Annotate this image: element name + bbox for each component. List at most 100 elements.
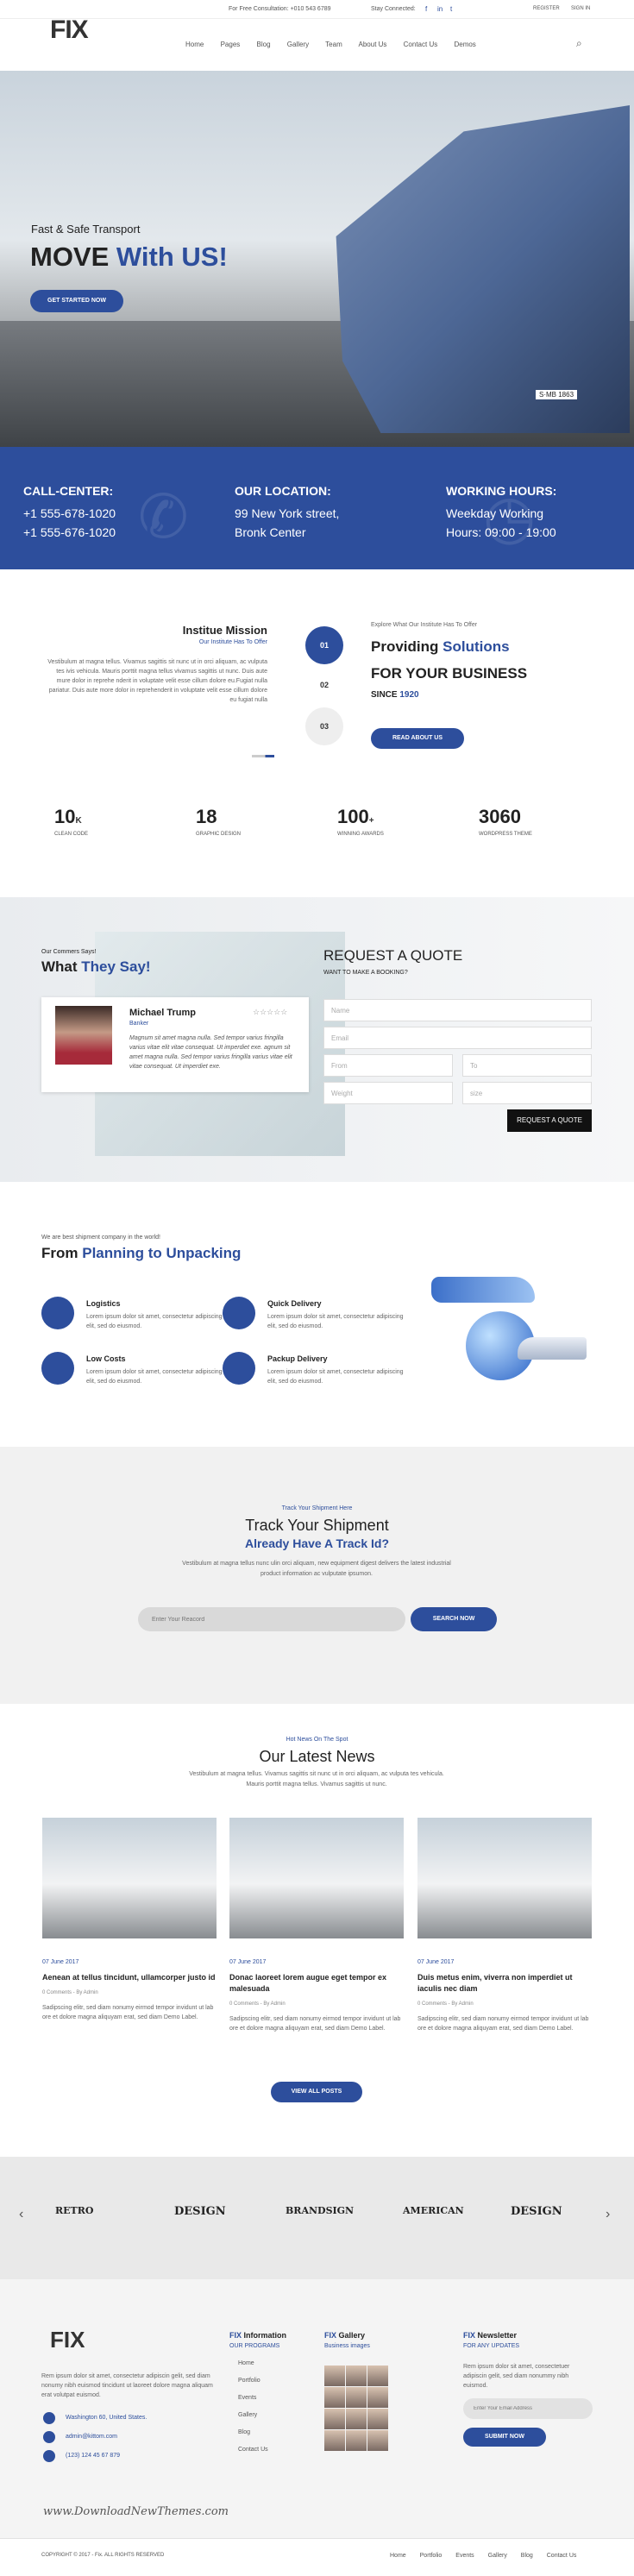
size-field[interactable]: size [462,1082,592,1104]
news-headline[interactable]: Aenean at tellus tincidunt, ullamcorper … [42,1972,217,1983]
search-icon[interactable]: ⌕ [576,37,582,50]
gallery-thumb[interactable] [367,2409,388,2429]
feature-packup-delivery: Packup Delivery Lorem ipsum dolor sit am… [223,1352,421,1395]
email-field[interactable]: Email [323,1027,592,1049]
view-all-posts-button[interactable]: VIEW ALL POSTS [271,2082,362,2102]
hero-title-b: With US! [116,242,228,272]
signin-link[interactable]: SIGN IN [571,6,590,11]
news-image[interactable] [229,1818,404,1938]
hero-pretitle: Fast & Safe Transport [31,223,141,236]
testimonial-quote: Magnum sit amet magna nulla. Sed tempor … [129,1035,292,1070]
stat-number: 3060 [479,806,521,827]
brand-logo-design-2[interactable]: DESIGN [511,2205,562,2218]
news-meta: 0 Comments - By Admin [42,1990,98,1995]
submit-now-button[interactable]: SUBMIT NOW [463,2428,546,2447]
news-card[interactable]: 07 June 2017 Aenean at tellus tincidunt,… [42,1818,217,2022]
name-field[interactable]: Name [323,999,592,1021]
info-subheading: OUR PROGRAMS [229,2343,280,2349]
news-headline[interactable]: Donac laoreet lorem augue eget tempor ex… [229,1972,404,1995]
brand-logo-retro[interactable]: RETRO [55,2205,93,2216]
gallery-thumb[interactable] [346,2409,367,2429]
news-card[interactable]: 07 June 2017 Donac laoreet lorem augue e… [229,1818,404,2033]
stat-graphic-design: 18 GRAPHIC DESIGN [196,806,241,837]
news-image[interactable] [42,1818,217,1938]
brand-logo-brandsign[interactable]: BRANDSIGN [286,2205,354,2216]
twitter-icon[interactable]: t [450,5,452,13]
footer-link-events[interactable]: Events [238,2390,268,2407]
logistics-icon [41,1297,74,1329]
logo[interactable]: FIX [50,16,89,45]
step-02[interactable]: 02 [305,666,343,704]
footer-email[interactable]: admin@kittom.com [66,2434,117,2440]
step-03[interactable]: 03 [305,707,343,745]
footer-link-portfolio[interactable]: Portfolio [238,2372,268,2390]
track-title: Track Your Shipment [245,1517,389,1534]
bottom-link-gallery[interactable]: Gallery [488,2553,507,2559]
nav-team[interactable]: Team [325,41,342,48]
weight-field[interactable]: Weight [323,1082,453,1104]
gallery-thumb[interactable] [324,2409,345,2429]
gallery-thumb[interactable] [367,2366,388,2386]
read-about-button[interactable]: READ ABOUT US [371,728,464,749]
testimonial-pretitle: Our Commers Says! [41,949,97,955]
footer-link-contact[interactable]: Contact Us [238,2441,268,2459]
brand-logo-design[interactable]: DESIGN [174,2205,226,2218]
gallery-thumb[interactable] [367,2387,388,2408]
bottom-link-home[interactable]: Home [390,2553,406,2559]
chevron-left-icon[interactable]: ‹ [19,2207,23,2222]
stat-wordpress-theme: 3060 WORDPRESS THEME [479,806,532,837]
request-quote-button[interactable]: REQUEST A QUOTE [507,1109,592,1132]
step-01[interactable]: 01 [305,626,343,664]
bottom-link-events[interactable]: Events [455,2553,474,2559]
mission-pager[interactable] [252,755,274,757]
gallery-thumb[interactable] [346,2387,367,2408]
news-image[interactable] [417,1818,592,1938]
search-now-button[interactable]: SEARCH NOW [411,1607,497,1631]
nav-about[interactable]: About Us [359,41,387,48]
from-field[interactable]: From [323,1054,453,1077]
truck-plate: S·MB 1863 [536,390,578,399]
stat-label: WINNING AWARDS [337,832,384,837]
bottom-link-contact[interactable]: Contact Us [547,2553,577,2559]
register-link[interactable]: REGISTER [533,6,560,11]
copyright-bar: COPYRIGHT © 2017 - Fix. ALL RIGHTS RESER… [0,2538,634,2576]
track-input[interactable] [138,1607,405,1631]
linkedin-icon[interactable]: in [437,5,443,13]
gallery-thumb[interactable] [324,2430,345,2451]
news-card[interactable]: 07 June 2017 Duis metus enim, viverra no… [417,1818,592,2033]
stat-label: CLEAN CODE [54,832,89,837]
gallery-thumb[interactable] [346,2430,367,2451]
gallery-thumb[interactable] [324,2366,345,2386]
bottom-link-portfolio[interactable]: Portfolio [420,2553,443,2559]
hero-title: MOVE With US! [30,242,228,273]
quote-subtitle: WANT TO MAKE A BOOKING? [323,970,408,976]
footer-link-home[interactable]: Home [238,2355,268,2372]
stay-connected-label: Stay Connected: [371,6,416,12]
brand-logo-american[interactable]: AMERICAN [403,2205,464,2216]
newsletter-email-input[interactable] [463,2398,593,2419]
nav-blog[interactable]: Blog [257,41,271,48]
nav-contact[interactable]: Contact Us [404,41,438,48]
feature-desc: Lorem ipsum dolor sit amet, consectetur … [267,1369,404,1385]
facebook-icon[interactable]: f [425,5,427,13]
news-excerpt: Sadipscing elitr, sed diam nonumy eirmod… [417,2016,589,2032]
footer-link-blog[interactable]: Blog [238,2424,268,2441]
nav-demos[interactable]: Demos [454,41,475,48]
footer-link-gallery[interactable]: Gallery [238,2407,268,2424]
nav-home[interactable]: Home [185,41,204,48]
mission-title: Institue Mission [182,624,267,637]
rating-stars-icon: ☆☆☆☆☆ [253,1008,288,1016]
gallery-thumb[interactable] [367,2430,388,2451]
news-date: 07 June 2017 [229,1959,267,1965]
news-headline[interactable]: Duis metus enim, viverra non imperdiet u… [417,1972,592,1995]
footer-logo[interactable]: FIX [50,2327,85,2353]
to-field[interactable]: To [462,1054,592,1077]
bottom-link-blog[interactable]: Blog [521,2553,533,2559]
gallery-thumb[interactable] [324,2387,345,2408]
gallery-thumb[interactable] [346,2366,367,2386]
get-started-button[interactable]: GET STARTED NOW [30,290,123,312]
location-heading: OUR LOCATION: [235,484,331,498]
nav-gallery[interactable]: Gallery [287,41,309,48]
chevron-right-icon[interactable]: › [606,2207,610,2222]
nav-pages[interactable]: Pages [221,41,241,48]
